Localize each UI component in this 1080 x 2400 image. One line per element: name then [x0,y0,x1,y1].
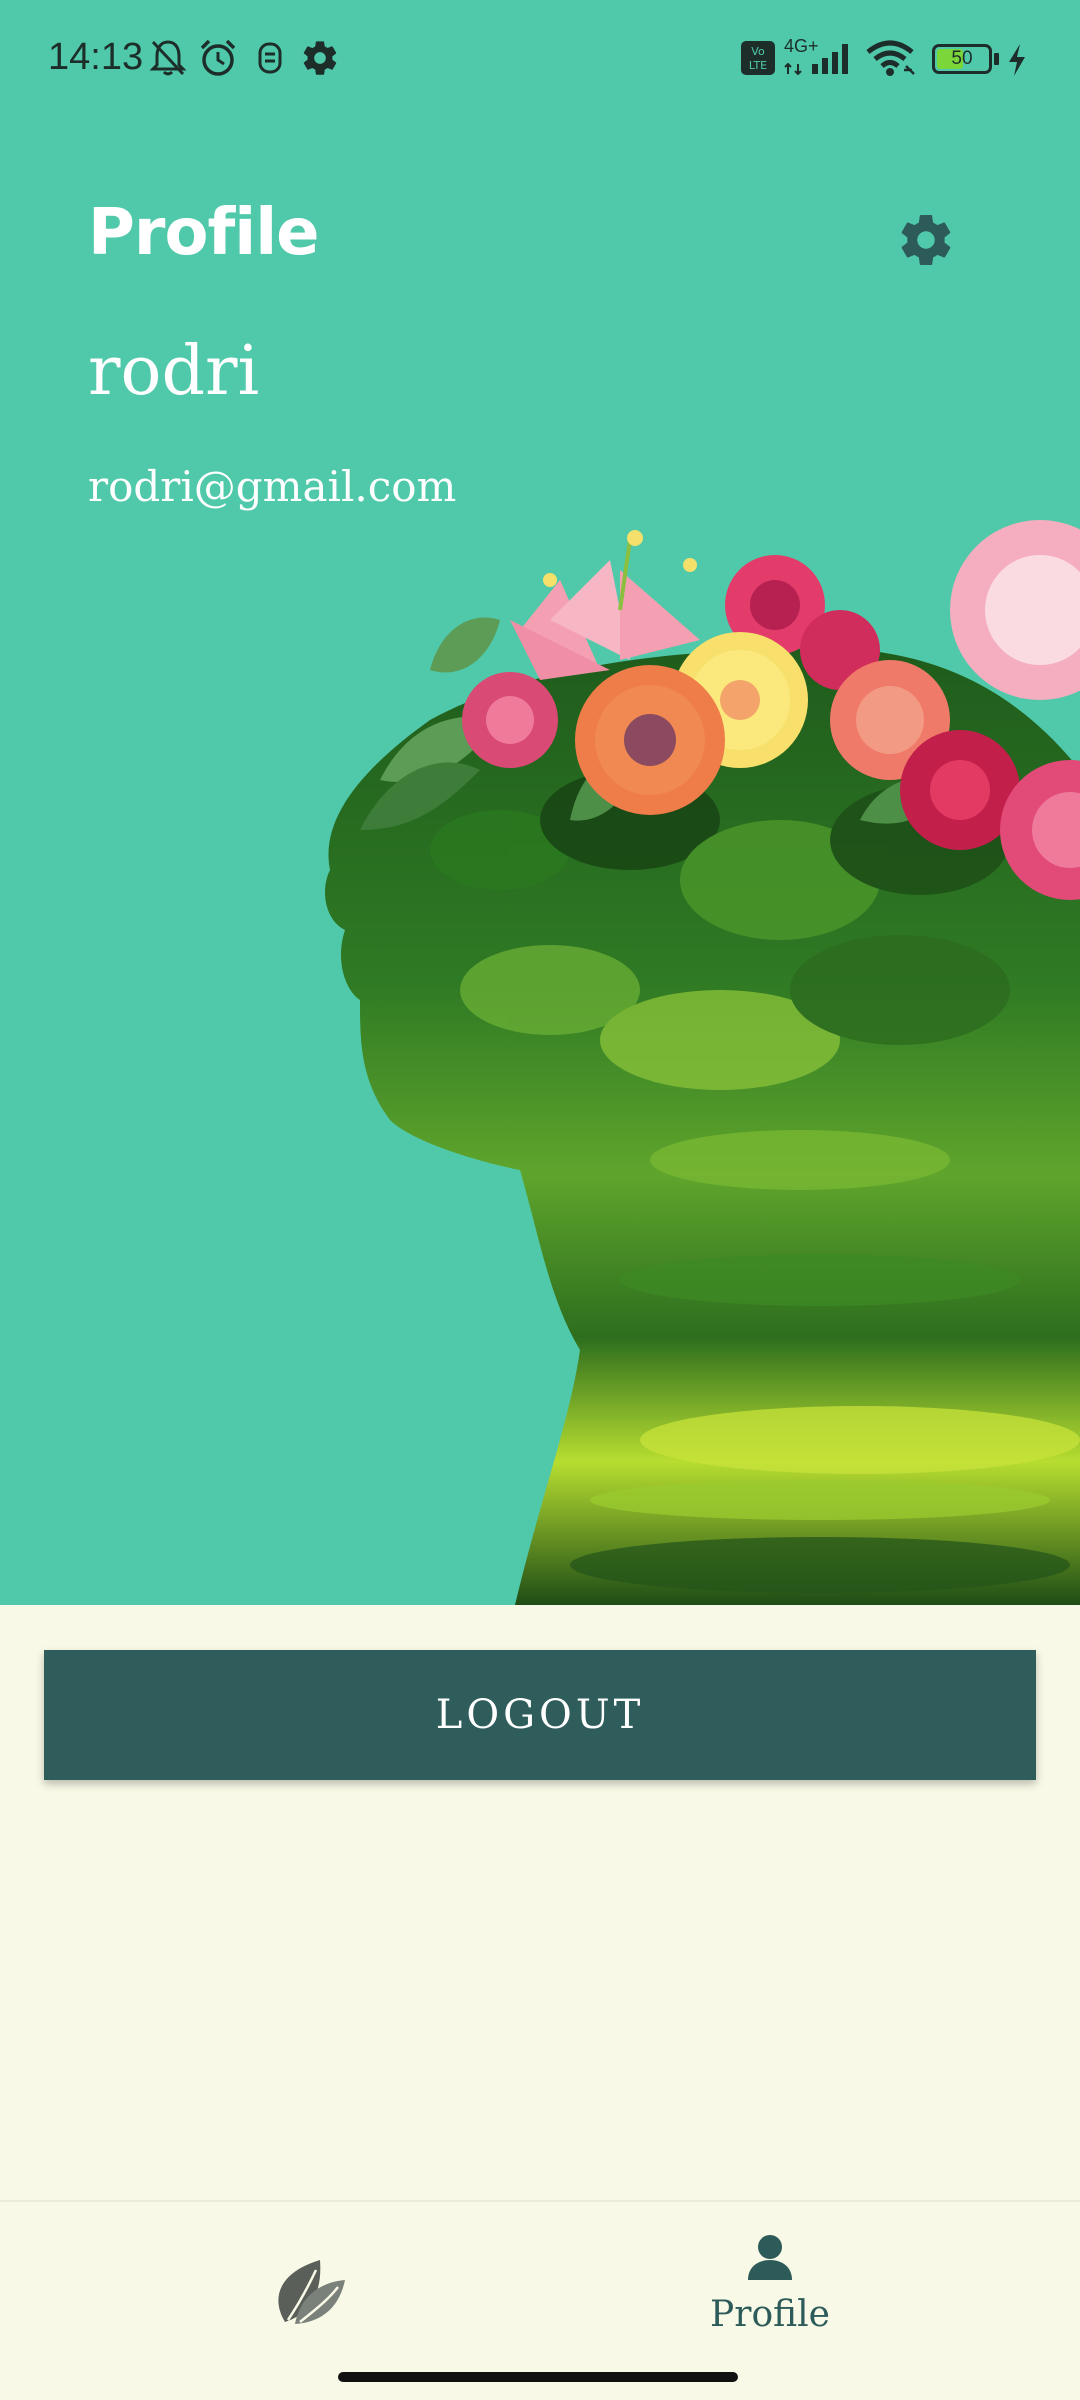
bottom-navigation: Profile [0,2200,1080,2357]
person-icon [748,2235,792,2280]
battery-icon: 50 [932,44,992,74]
muted-bell-icon [150,40,186,76]
user-email: rodri@gmail.com [88,462,457,511]
status-time: 14:13 [48,36,144,78]
status-bar: 14:13 Vo LTE 4G+ 50 [0,0,1080,120]
clean-icon [258,42,282,74]
wifi-icon [866,40,915,76]
flower-head-illustration [325,520,1080,1605]
leaf-icon [278,2260,345,2324]
nav-item-home[interactable] [250,2242,370,2332]
settings-gear-icon[interactable] [896,210,956,270]
charging-icon [1009,44,1025,76]
svg-text:Vo: Vo [751,45,765,58]
home-gesture-bar[interactable] [338,2372,738,2382]
user-name: rodri [88,332,260,411]
nav-item-profile[interactable]: Profile [690,2232,850,2347]
alarm-icon [200,39,236,76]
page-title: Profile [88,196,320,270]
signal-strength-icon [784,44,848,76]
settings-status-icon [303,41,337,75]
battery-level: 50 [951,48,973,69]
profile-hero: 14:13 Vo LTE 4G+ 50 Profile rodri rodri@… [0,0,1080,1605]
svg-text:LTE: LTE [749,59,767,72]
volte-icon: Vo LTE [741,41,775,75]
logout-button[interactable]: LOGOUT [44,1650,1036,1780]
nav-item-profile-label: Profile [710,2294,830,2335]
